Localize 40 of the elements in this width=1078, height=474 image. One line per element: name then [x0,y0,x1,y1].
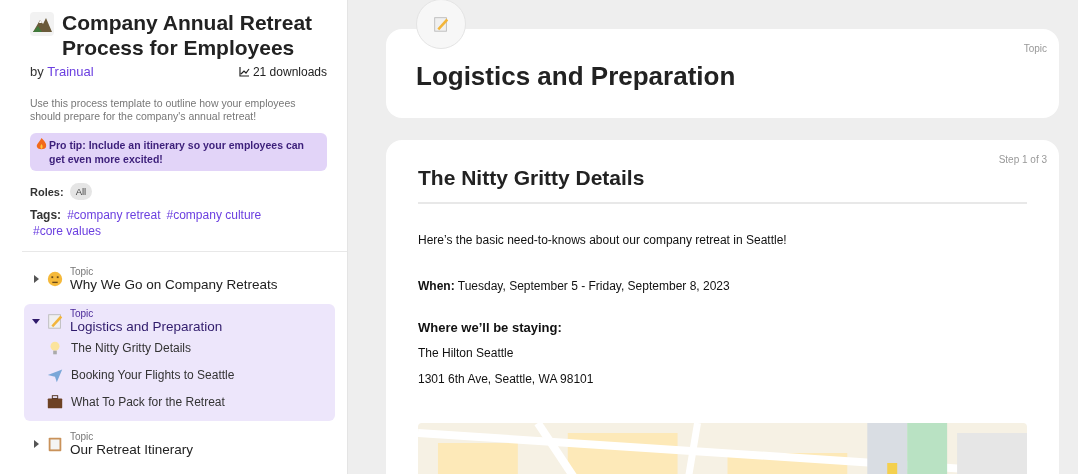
topic-title[interactable]: Our Retreat Itinerary [70,442,194,457]
tags-label: Tags: [30,208,62,223]
topic-label: Topic [70,308,95,319]
tag-link[interactable]: #company retreat [67,208,161,223]
step-link[interactable]: The Nitty Gritty Details [71,341,192,355]
author-link[interactable]: Trainual [47,64,94,79]
memo-icon [46,312,64,330]
description-text: Use this process template to outline how your employees should prepare for the company's annual retreat! [30,97,297,123]
subheading: Where we’ll be staying: [418,320,563,335]
briefcase-icon [46,393,64,411]
by-label: by [30,64,44,79]
memo-icon [432,15,450,33]
topic-title[interactable]: Logistics and Preparation [70,319,223,334]
body-text: 1301 6th Ave, Seattle, WA 98101 [418,373,595,385]
template-title: Company Annual Retreat Process for Employees [62,10,314,60]
collapse-caret-icon[interactable] [32,317,40,325]
step-link[interactable]: What To Pack for the Retreat [71,395,225,409]
mountain-icon [30,12,54,36]
fire-icon [36,138,47,151]
tag-link[interactable]: #company culture [166,208,262,223]
selected-topic-panel[interactable]: Topic Logistics and Preparation The Nitty Gritty Details Booking Your Flights to Seattle What To Pack for the Retreat [24,304,335,421]
expand-caret-icon[interactable] [32,275,40,283]
tag-link[interactable]: #core values [33,224,102,239]
topic-label: Topic [70,431,95,442]
roles-label: Roles: [30,185,64,198]
topic-type-label: Topic [1023,43,1047,54]
step-link[interactable]: Booking Your Flights to Seattle [71,368,235,382]
step-counter: Step 1 of 3 [998,154,1047,165]
step-heading: The Nitty Gritty Details [418,166,1027,204]
role-pill: All [69,183,93,200]
chart-icon [238,66,250,77]
pro-tip-text: Pro tip: Include an itinerary so your employees can get even more excited! [49,138,305,166]
body-text: When: Tuesday, September 5 - Friday, September 8, 2023 [418,280,731,292]
body-text: Here’s the basic need-to-knows about our company retreat in Seattle! [418,234,788,246]
topic-heading: Logistics and Preparation [416,61,737,92]
body-text: The Hilton Seattle [418,347,515,359]
expand-caret-icon[interactable] [32,440,40,448]
downloads-count: 21 downloads [252,64,327,79]
topic-label: Topic [70,266,95,277]
topic-title[interactable]: Why We Go on Company Retreats [70,277,278,292]
